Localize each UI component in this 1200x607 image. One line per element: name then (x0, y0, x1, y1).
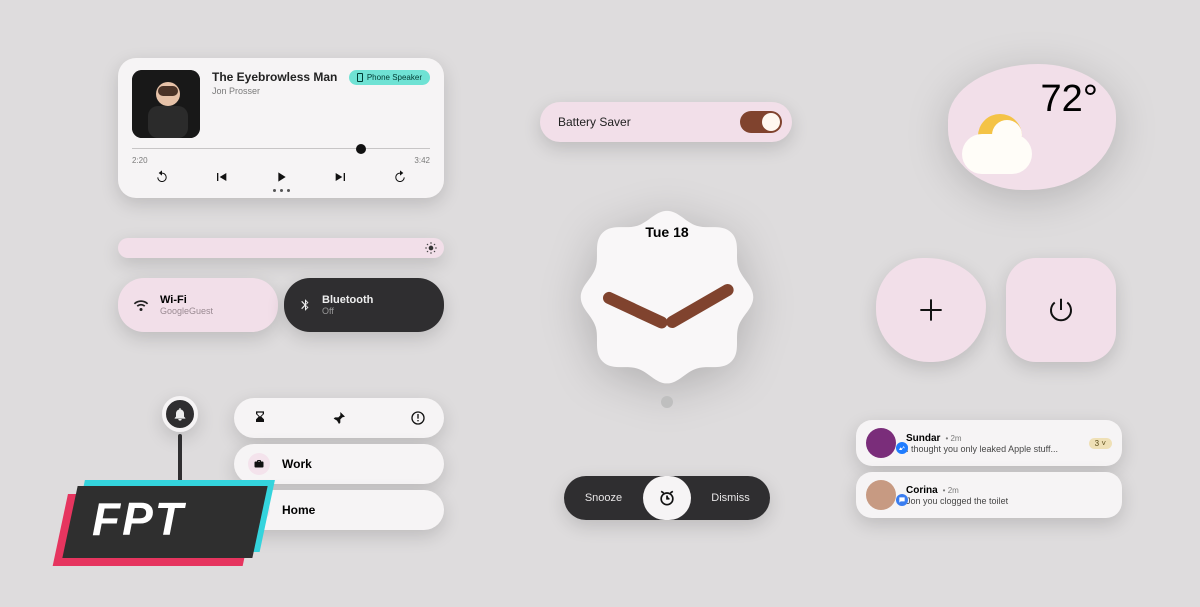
bluetooth-label: Bluetooth (322, 294, 373, 306)
sender-name: Corina (906, 485, 938, 496)
bell-icon (172, 406, 188, 422)
alert-icon[interactable] (410, 410, 426, 426)
previous-icon[interactable] (213, 169, 229, 185)
bluetooth-tile[interactable]: Bluetooth Off (284, 278, 444, 332)
watermark: FPT (70, 486, 260, 558)
brightness-slider[interactable] (118, 238, 444, 258)
elapsed-time: 2:20 (132, 156, 148, 165)
battery-saver-row[interactable]: Battery Saver (540, 102, 792, 142)
place-home-label: Home (282, 503, 315, 517)
total-time: 3:42 (414, 156, 430, 165)
volume-column[interactable] (152, 396, 208, 452)
notifications-toggle[interactable] (162, 396, 198, 432)
alarm-center-button[interactable] (643, 476, 691, 520)
cloud-icon (962, 134, 1032, 174)
place-work[interactable]: Work (234, 444, 444, 484)
temperature: 72° (1041, 78, 1098, 121)
brightness-icon (424, 241, 438, 255)
wifi-tile[interactable]: Wi-Fi GoogleGuest (118, 278, 278, 332)
alarm-clock-icon (657, 488, 677, 508)
alarm-action-bar: Snooze Dismiss (564, 476, 770, 520)
power-icon (1046, 295, 1076, 325)
plus-icon (914, 293, 948, 327)
album-art (132, 70, 200, 138)
page-dots (132, 189, 430, 192)
seek-bar[interactable] (132, 144, 430, 154)
notification-time: 2m (950, 434, 961, 443)
wifi-ssid: GoogleGuest (160, 306, 213, 316)
notification-body: I thought you only leaked Apple stuff... (906, 444, 1079, 454)
messenger-icon (896, 442, 908, 454)
pin-icon[interactable] (331, 410, 347, 426)
notification-count: 3 ˅ (1089, 438, 1112, 449)
actions-toolbar (234, 398, 444, 438)
notification-body: Jon you clogged the toilet (906, 496, 1112, 506)
notification-card[interactable]: Corina • 2m Jon you clogged the toilet (856, 472, 1122, 518)
output-device-badge[interactable]: Phone Speaker (349, 70, 430, 85)
notification-time: 2m (948, 486, 959, 495)
battery-saver-switch[interactable] (740, 111, 782, 133)
replay-10-icon[interactable] (154, 169, 170, 185)
snooze-button[interactable]: Snooze (564, 492, 643, 504)
media-player-widget[interactable]: The Eyebrowless Man Jon Prosser Phone Sp… (118, 58, 444, 198)
avatar (866, 428, 896, 458)
watermark-text: FPT (92, 492, 185, 546)
add-button[interactable] (876, 258, 986, 362)
hourglass-icon[interactable] (252, 410, 268, 426)
wifi-icon (132, 296, 150, 314)
sender-name: Sundar (906, 433, 940, 444)
battery-saver-label: Battery Saver (558, 115, 631, 129)
track-artist: Jon Prosser (212, 86, 430, 96)
seek-thumb[interactable] (356, 144, 366, 154)
notification-card[interactable]: Sundar • 2m I thought you only leaked Ap… (856, 420, 1122, 466)
weather-widget[interactable]: 72° (948, 64, 1116, 190)
avatar (866, 480, 896, 510)
clock-date: Tue 18 (552, 224, 782, 240)
messages-icon (896, 494, 908, 506)
forward-10-icon[interactable] (392, 169, 408, 185)
bluetooth-status: Off (322, 306, 373, 316)
next-icon[interactable] (333, 169, 349, 185)
place-work-label: Work (282, 457, 312, 471)
output-device-label: Phone Speaker (367, 73, 422, 82)
clock-indicator (661, 396, 673, 408)
dismiss-button[interactable]: Dismiss (691, 492, 770, 504)
bluetooth-icon (298, 296, 312, 314)
wifi-label: Wi-Fi (160, 294, 213, 306)
clock-widget[interactable]: Tue 18 (552, 204, 782, 434)
power-button[interactable] (1006, 258, 1116, 362)
phone-icon (357, 73, 363, 82)
volume-track[interactable] (178, 434, 182, 484)
briefcase-icon (248, 453, 270, 475)
play-icon[interactable] (273, 169, 289, 185)
